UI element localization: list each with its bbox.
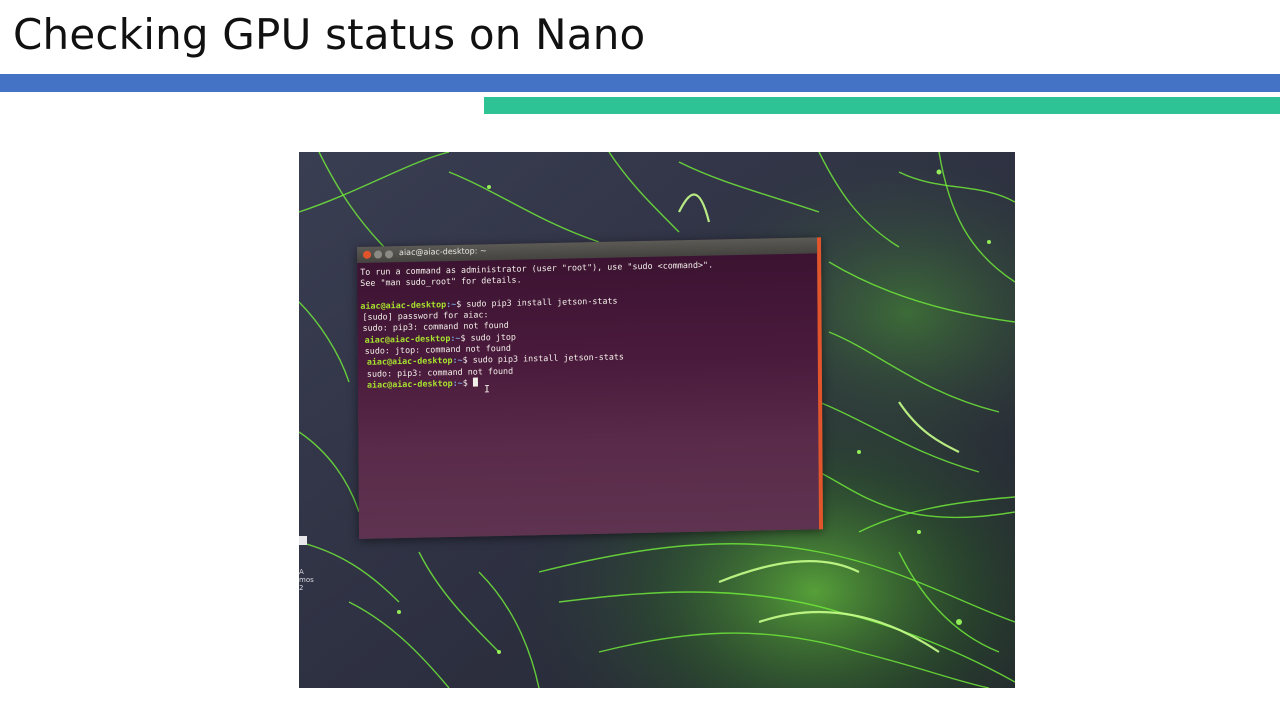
slide-title: Checking GPU status on Nano <box>13 10 646 59</box>
prompt-user: aiac@aiac-desktop <box>360 299 447 311</box>
desktop-side-label: A <box>299 568 304 576</box>
terminal-output[interactable]: To run a command as administrator (user … <box>360 258 801 391</box>
slide: Checking GPU status on Nano A mos 2 aiac… <box>0 0 1280 720</box>
prompt-path: :~ <box>452 355 463 366</box>
prompt-user: aiac@aiac-desktop <box>364 332 451 345</box>
screen-photo: A mos 2 aiac@aiac-desktop: ~ To run a co… <box>299 152 1015 688</box>
accent-bar-green <box>484 97 1280 114</box>
prompt-path: :~ <box>450 332 461 343</box>
desktop-side-label: 2 <box>299 584 304 592</box>
prompt-command: $ sudo pip3 install jetson-stats <box>462 351 625 366</box>
terminal-cursor <box>472 377 478 387</box>
prompt-path: :~ <box>452 377 463 388</box>
prompt-command: $ <box>462 377 473 388</box>
prompt-user: aiac@aiac-desktop <box>366 377 453 390</box>
prompt-command: $ sudo jtop <box>460 331 516 343</box>
prompt-command: $ sudo pip3 install jetson-stats <box>456 295 618 309</box>
prompt-path: :~ <box>446 298 457 310</box>
close-icon[interactable] <box>363 250 372 259</box>
minimize-icon[interactable] <box>374 250 383 259</box>
terminal-title: aiac@aiac-desktop: ~ <box>399 246 487 258</box>
maximize-icon[interactable] <box>385 250 394 259</box>
terminal-window[interactable]: aiac@aiac-desktop: ~ To run a command as… <box>357 237 824 539</box>
prompt-user: aiac@aiac-desktop <box>366 355 453 368</box>
desktop-launcher-tab[interactable] <box>299 536 307 545</box>
text-cursor-icon: I <box>483 384 491 396</box>
desktop-side-label: mos <box>299 576 314 584</box>
accent-bar-blue <box>0 74 1280 92</box>
